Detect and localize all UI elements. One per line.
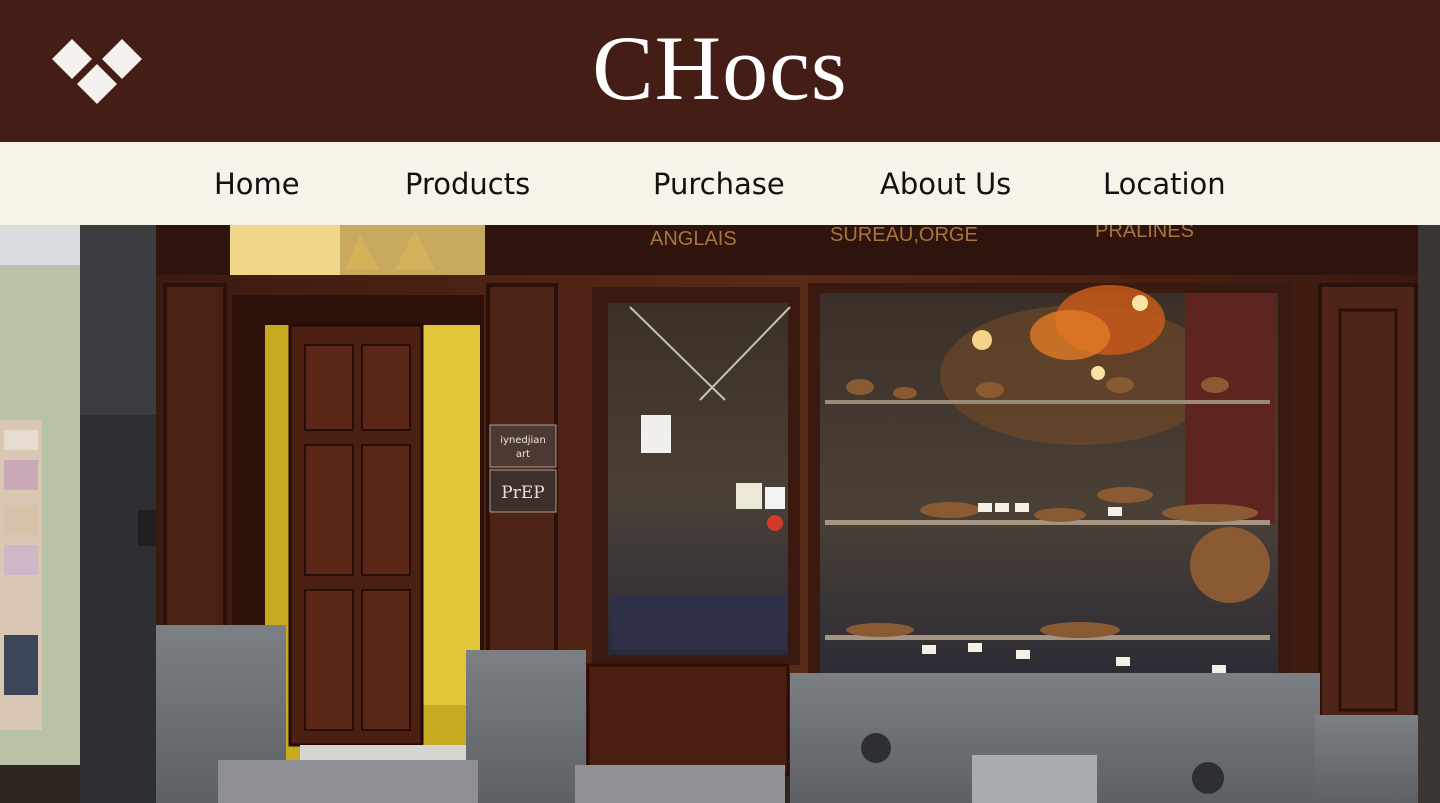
nav-item-location[interactable]: Location xyxy=(1103,164,1226,204)
plaque-logo-text: PrEP xyxy=(501,483,544,503)
sign-word-pralines: PRALINES xyxy=(1095,225,1194,242)
site-header: CHocs xyxy=(0,0,1440,142)
nav-item-products[interactable]: Products xyxy=(405,164,530,204)
nav-item-about-us[interactable]: About Us xyxy=(880,164,1011,204)
sign-word-sureau: SUREAU,ORGE xyxy=(830,225,978,246)
shopfront-illustration: ANGLAIS SUREAU,ORGE PRALINES iynedjian a… xyxy=(0,225,1440,803)
brand-title[interactable]: CHocs xyxy=(0,18,1440,118)
plaque-name: iynedjian xyxy=(500,435,546,446)
plaque-subtitle: art xyxy=(516,449,530,460)
sign-word-anglais: ANGLAIS xyxy=(650,228,737,250)
nav-item-home[interactable]: Home xyxy=(214,164,300,204)
hero-shopfront-image: ANGLAIS SUREAU,ORGE PRALINES iynedjian a… xyxy=(0,225,1440,803)
main-navigation: Home Products Purchase About Us Location xyxy=(0,142,1440,225)
nav-item-purchase[interactable]: Purchase xyxy=(653,164,785,204)
